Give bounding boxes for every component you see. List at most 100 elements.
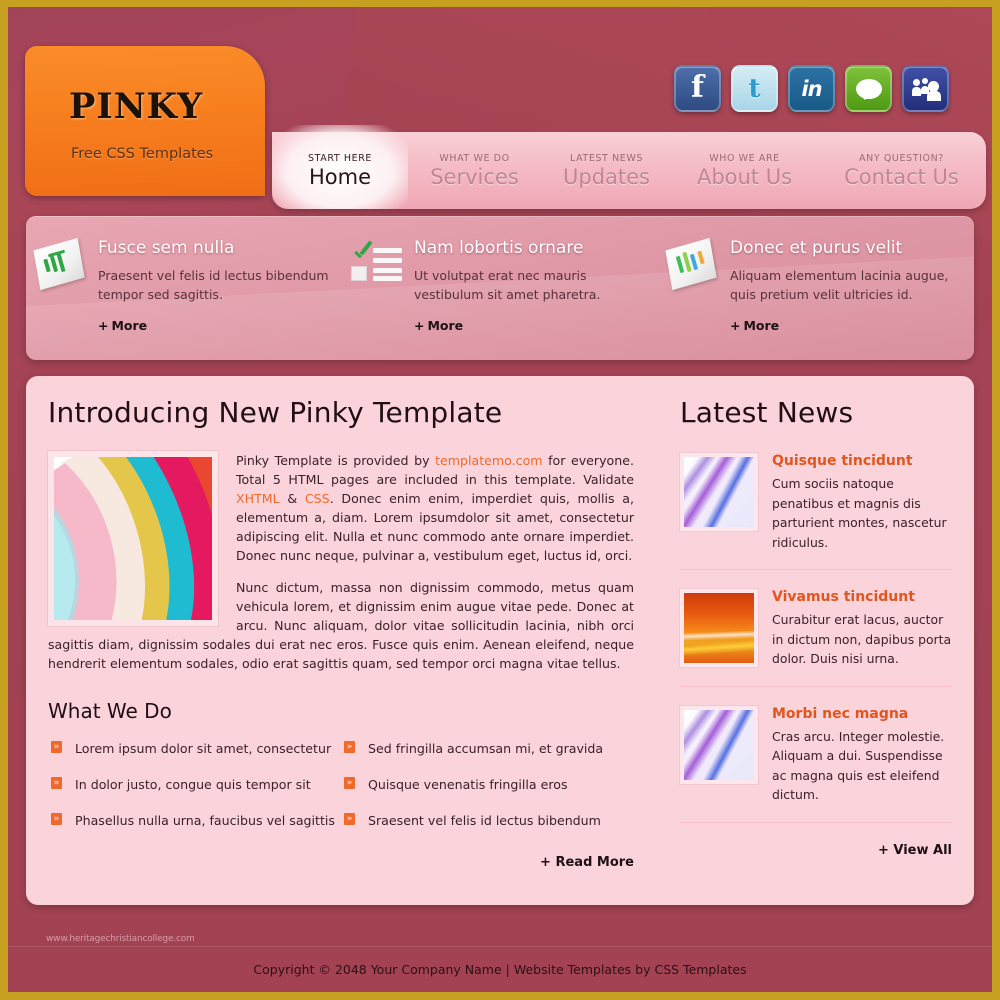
nav-kicker-updates: LATEST NEWS — [569, 152, 644, 164]
what-we-do-lists: » Lorem ipsum dolor sit amet, consectetur… — [48, 741, 634, 849]
what-we-do-title: What We Do — [48, 699, 172, 723]
twitter-glyph: t — [748, 73, 761, 104]
news-body-3: Morbi nec magna Cras arcu. Integer moles… — [758, 706, 952, 805]
news-item-1: Quisque tincidunt Cum sociis natoque pen… — [680, 451, 952, 552]
checklist-icon — [350, 242, 406, 288]
plus-icon: + — [414, 318, 425, 333]
watermark-text: www.heritagechristiancollege.com — [46, 934, 195, 944]
facebook-icon[interactable]: f — [674, 65, 721, 112]
myspace-icon[interactable] — [902, 65, 949, 112]
main-navigation: START HERE Home WHAT WE DO Services LATE… — [272, 125, 986, 209]
logo-tagline: Free CSS Templates — [71, 146, 214, 162]
news-title-1[interactable]: Quisque tincidunt — [772, 453, 952, 469]
chat-bubble-icon[interactable] — [845, 65, 892, 112]
list-item[interactable]: » In dolor justo, congue quis tempor sit — [48, 777, 341, 792]
feature-more-link-2[interactable]: + More — [414, 318, 463, 333]
list-item-label: Sed fringilla accumsan mi, et gravida — [368, 741, 604, 756]
xhtml-link[interactable]: XHTML — [236, 491, 280, 506]
view-all-label: View All — [893, 842, 952, 858]
news-body-2: Vivamus tincidunt Curabitur erat lacus, … — [758, 589, 952, 669]
read-more-link[interactable]: + Read More — [48, 855, 634, 870]
linkedin-glyph: in — [801, 76, 822, 101]
main-column: Introducing New Pinky Template Pinky Tem… — [48, 396, 660, 889]
plus-icon: + — [877, 842, 889, 858]
feature-more-link-3[interactable]: + More — [730, 318, 779, 333]
list-item-label: In dolor justo, congue quis tempor sit — [75, 777, 311, 792]
feature-title-3: Donec et purus velit — [730, 238, 903, 258]
facebook-glyph: f — [691, 69, 704, 105]
features-bar: Fusce sem nulla Praesent vel felis id le… — [26, 216, 974, 360]
list-item[interactable]: » Sraesent vel felis id lectus bibendum — [341, 813, 634, 828]
twitter-icon[interactable]: t — [731, 65, 778, 112]
list-item-label: Phasellus nulla urna, faucibus vel sagit… — [75, 813, 335, 828]
news-title-2[interactable]: Vivamus tincidunt — [772, 589, 952, 605]
nav-kicker-about-us: WHO WE ARE — [709, 152, 780, 164]
feature-text-1: Praesent vel felis id lectus bibendum te… — [98, 268, 329, 302]
news-body-1: Quisque tincidunt Cum sociis natoque pen… — [758, 453, 952, 552]
intro-image — [48, 451, 218, 626]
list-item[interactable]: » Sed fringilla accumsan mi, et gravida — [341, 741, 634, 756]
chevron-bullet-icon: » — [51, 777, 62, 789]
page-frame: PINKY Free CSS Templates f t in START HE… — [0, 0, 1000, 1000]
nav-label-about-us: About Us — [696, 164, 793, 189]
view-all-link[interactable]: + View All — [680, 843, 952, 858]
site-logo[interactable]: PINKY Free CSS Templates — [25, 46, 265, 196]
feature-box-2: Nam lobortis ornare Ut volutpat erat nec… — [342, 216, 658, 360]
nav-item-contact-us[interactable]: ANY QUESTION? Contact Us — [817, 132, 986, 209]
people-group-shape — [911, 77, 941, 101]
page-stage: PINKY Free CSS Templates f t in START HE… — [8, 7, 992, 992]
chat-bubble-shape — [855, 78, 882, 100]
feature-icon-wrap-1 — [26, 237, 98, 360]
nav-label-contact-us: Contact Us — [844, 164, 959, 189]
nav-item-about-us[interactable]: WHO WE ARE About Us — [672, 132, 817, 209]
templatemo-link[interactable]: templatemo.com — [435, 453, 543, 468]
news-divider — [680, 685, 952, 687]
site-header: PINKY Free CSS Templates f t in START HE… — [8, 7, 992, 209]
logo-title: PINKY — [69, 86, 204, 127]
content-panel: Introducing New Pinky Template Pinky Tem… — [26, 376, 974, 905]
feature-body-1: Fusce sem nulla Praesent vel felis id le… — [98, 238, 330, 360]
news-thumbnail-3[interactable] — [680, 705, 758, 784]
list-item[interactable]: » Phasellus nulla urna, faucibus vel sagi… — [48, 813, 341, 828]
list-item-label: Lorem ipsum dolor sit amet, consectetur — [75, 741, 332, 756]
news-divider — [680, 821, 952, 823]
list-item-label: Quisque venenatis fringilla eros — [368, 777, 568, 792]
nav-kicker-contact-us: ANY QUESTION? — [859, 152, 944, 164]
color-chart-document-icon — [665, 237, 722, 291]
site-footer: Copyright © 2048 Your Company Name | Web… — [8, 946, 992, 992]
chevron-bullet-icon: » — [344, 813, 355, 825]
list-item[interactable]: » Lorem ipsum dolor sit amet, consectetur — [48, 741, 341, 756]
violet-ribbon-thumb — [684, 457, 754, 527]
nav-label-home: Home — [308, 164, 371, 189]
nav-label-services: Services — [430, 164, 519, 189]
feature-more-label-1: More — [111, 318, 148, 333]
news-thumbnail-1[interactable] — [680, 453, 758, 531]
linkedin-icon[interactable]: in — [788, 65, 835, 112]
nav-item-services[interactable]: WHAT WE DO Services — [408, 132, 541, 209]
nav-label-updates: Updates — [563, 164, 650, 189]
chevron-bullet-icon: » — [344, 777, 355, 789]
nav-item-updates[interactable]: LATEST NEWS Updates — [541, 132, 672, 209]
nav-kicker-home: START HERE — [307, 152, 373, 164]
intro-text-c: & — [279, 491, 305, 506]
feature-more-link-1[interactable]: + More — [98, 318, 147, 333]
page-title: Introducing New Pinky Template — [48, 396, 503, 429]
intro-text-a: Pinky Template is provided by — [236, 453, 436, 468]
list-item[interactable]: » Quisque venenatis fringilla eros — [341, 777, 634, 792]
news-title-3[interactable]: Morbi nec magna — [772, 706, 952, 722]
css-link[interactable]: CSS — [305, 491, 330, 506]
violet-ribbon-thumb — [684, 709, 754, 780]
chevron-bullet-icon: » — [344, 741, 355, 753]
nav-item-home[interactable]: START HERE Home — [272, 125, 408, 209]
plus-icon: + — [540, 855, 551, 870]
feature-more-label-2: More — [427, 318, 464, 333]
news-text-1: Cum sociis natoque penatibus et magnis d… — [772, 476, 947, 550]
chevron-bullet-icon: » — [51, 741, 62, 753]
what-we-do-list-left: » Lorem ipsum dolor sit amet, consectetur… — [48, 741, 341, 849]
feature-text-3: Aliquam elementum lacinia augue, quis pr… — [730, 268, 949, 302]
list-item-label: Sraesent vel felis id lectus bibendum — [368, 813, 601, 828]
news-text-3: Cras arcu. Integer molestie. Aliquam a d… — [772, 728, 945, 803]
colorful-ribbon-graphic — [54, 457, 212, 620]
news-thumbnail-2[interactable] — [680, 589, 758, 667]
feature-box-1: Fusce sem nulla Praesent vel felis id le… — [26, 216, 342, 360]
